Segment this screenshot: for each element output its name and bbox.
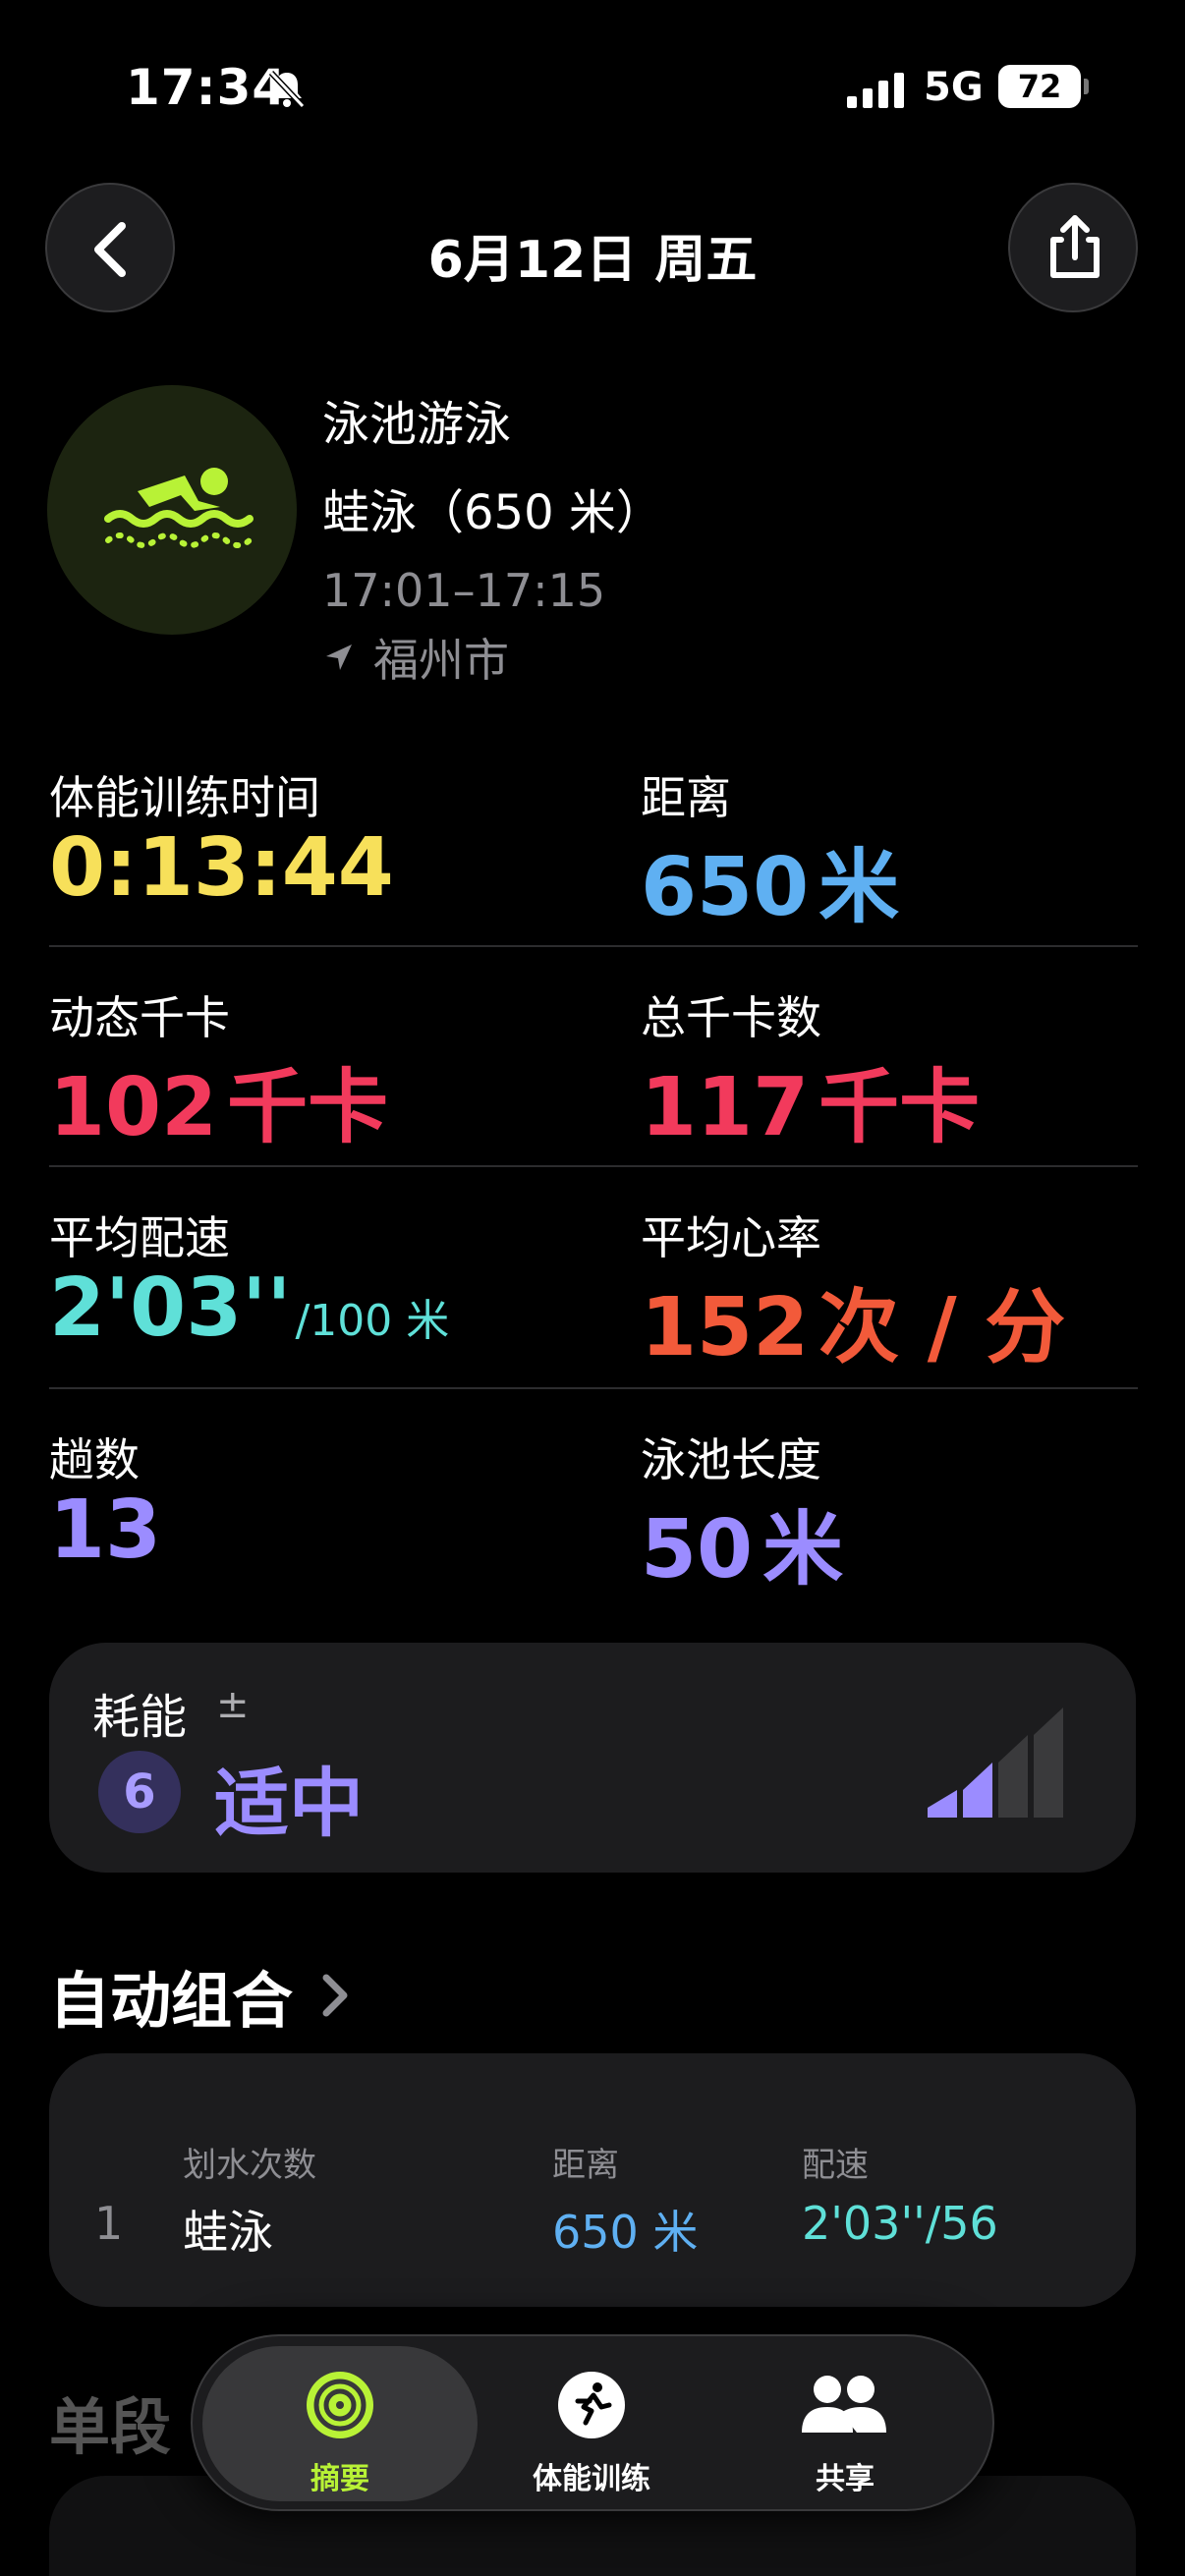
active-calories-value: 102 千卡 <box>49 1041 388 1158</box>
location-text: 福州市 <box>373 634 509 687</box>
workout-type-badge <box>47 385 297 635</box>
tab-summary-label: 摘要 <box>310 2462 369 2496</box>
auto-sets-section-link[interactable]: 自动组合 <box>49 1951 352 2040</box>
effort-score: 6 <box>98 1751 181 1833</box>
workout-type: 泳池游泳 <box>322 397 512 452</box>
effort-card[interactable]: 耗能 ± 6 适中 <box>49 1643 1136 1873</box>
duration-value: 0:13:44 <box>49 821 394 915</box>
avg-pace-label: 平均配速 <box>49 1211 230 1264</box>
avg-heart-rate-unit: 次 / 分 <box>818 1281 1066 1374</box>
swimmer-icon <box>104 468 254 548</box>
tab-sharing-label: 共享 <box>816 2462 875 2496</box>
tab-sharing[interactable]: 共享 <box>707 2346 983 2501</box>
location-arrow-icon <box>326 644 352 670</box>
plus-minus-icon[interactable]: ± <box>216 1682 250 1727</box>
tab-workouts-label: 体能训练 <box>533 2462 650 2496</box>
pool-length-number: 50 <box>641 1503 754 1596</box>
laps-label: 趟数 <box>49 1433 140 1486</box>
effort-level: 适中 <box>214 1760 364 1847</box>
tab-summary[interactable]: 摘要 <box>202 2346 478 2501</box>
total-calories-value: 117 千卡 <box>641 1041 980 1158</box>
effort-bar <box>1034 1708 1063 1818</box>
status-time: 17:34 <box>126 59 288 116</box>
share-icon <box>1050 215 1100 278</box>
running-figure-icon <box>558 2372 625 2438</box>
divider <box>49 945 1138 947</box>
distance-number: 650 <box>641 841 810 934</box>
pool-length-label: 泳池长度 <box>641 1433 821 1486</box>
battery-indicator: 72 <box>998 65 1089 108</box>
effort-label: 耗能 <box>92 1690 188 1745</box>
distance-header: 距离 <box>552 2146 619 2185</box>
avg-heart-rate-value: 152 次 / 分 <box>641 1261 1065 1378</box>
laps-value: 13 <box>49 1484 161 1577</box>
status-bar: 17:34 5G 72 <box>0 59 1185 138</box>
cellular-signal-icon <box>847 73 904 108</box>
workout-location: 福州市 <box>322 625 509 690</box>
distance-value: 650 米 <box>641 821 899 938</box>
people-icon <box>802 2376 886 2433</box>
chevron-right-icon <box>322 1974 348 2017</box>
divider <box>49 1165 1138 1167</box>
pace-header: 配速 <box>802 2146 869 2185</box>
avg-pace-value: 2'03''/100 米 <box>49 1261 449 1355</box>
pool-length-unit: 米 <box>762 1503 844 1596</box>
total-calories-number: 117 <box>641 1061 810 1154</box>
network-type: 5G <box>924 65 984 110</box>
auto-sets-card: 划水次数 距离 配速 1 蛙泳 650 米 2'03''/56 <box>49 2053 1136 2307</box>
tab-bar: 摘要 体能训练 共享 <box>191 2334 994 2511</box>
row-index: 1 <box>94 2197 124 2250</box>
active-calories-label: 动态千卡 <box>49 991 230 1044</box>
total-calories-label: 总千卡数 <box>641 991 821 1044</box>
total-calories-unit: 千卡 <box>818 1061 981 1154</box>
avg-pace-unit: /100 米 <box>295 1296 450 1346</box>
avg-pace-number: 2'03'' <box>49 1261 292 1355</box>
distance-unit: 米 <box>818 841 900 934</box>
workout-time-range: 17:01–17:15 <box>322 564 606 617</box>
splits-title: 单段 <box>49 2391 172 2463</box>
stroke-header: 划水次数 <box>183 2146 316 2185</box>
effort-bar <box>998 1735 1028 1818</box>
active-calories-number: 102 <box>49 1061 218 1154</box>
tab-workouts[interactable]: 体能训练 <box>454 2346 729 2501</box>
effort-bar <box>928 1790 957 1818</box>
duration-number: 0:13:44 <box>49 821 394 915</box>
row-pace: 2'03''/56 <box>802 2197 998 2250</box>
duration-label: 体能训练时间 <box>49 771 320 824</box>
effort-bars-icon <box>928 1708 1063 1818</box>
pool-length-value: 50 米 <box>641 1484 843 1600</box>
bell-slash-icon <box>268 70 306 109</box>
share-button[interactable] <box>1008 183 1138 312</box>
page-title: 6月12日 周五 <box>427 231 758 290</box>
effort-bar <box>963 1763 992 1818</box>
workout-subtitle: 蛙泳（650 米） <box>322 485 663 540</box>
laps-number: 13 <box>49 1484 162 1577</box>
distance-label: 距离 <box>641 771 731 824</box>
divider <box>49 1387 1138 1389</box>
row-stroke: 蛙泳 <box>183 2206 273 2259</box>
activity-rings-icon <box>307 2372 373 2438</box>
avg-heart-rate-number: 152 <box>641 1281 810 1374</box>
row-distance: 650 米 <box>552 2206 699 2259</box>
auto-sets-title: 自动组合 <box>49 1965 294 2037</box>
active-calories-unit: 千卡 <box>227 1061 389 1154</box>
avg-heart-rate-label: 平均心率 <box>641 1211 821 1264</box>
